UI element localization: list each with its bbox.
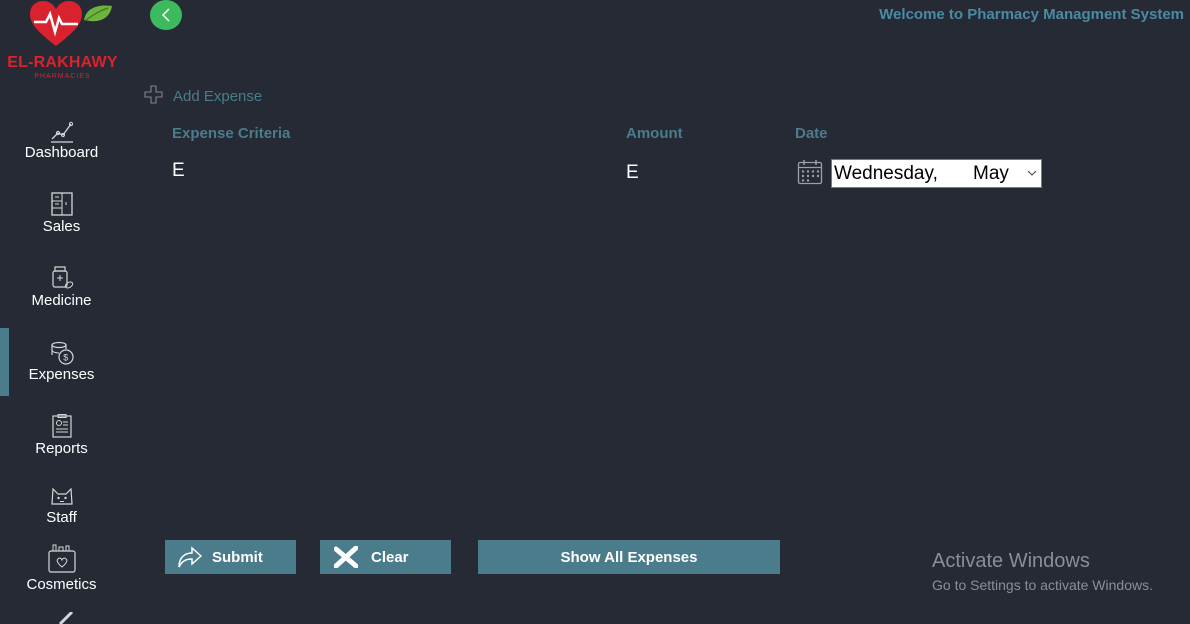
close-icon (334, 546, 358, 568)
date-picker[interactable]: Wednesday, May (831, 159, 1042, 188)
sidebar-item-sales[interactable]: Sales (0, 190, 125, 258)
watermark-title: Activate Windows (932, 550, 1090, 572)
activate-windows-watermark: Activate Windows Go to Settings to activ… (932, 550, 1153, 593)
sidebar-item-medicine[interactable]: Medicine (0, 264, 125, 332)
show-all-expenses-button[interactable]: Show All Expenses (478, 540, 780, 574)
show-all-expenses-label: Show All Expenses (560, 549, 698, 566)
add-expense-label: Add Expense (173, 88, 263, 105)
chart-line-icon (51, 121, 74, 143)
coins-icon: $ (51, 341, 74, 365)
cabinet-icon (51, 192, 73, 216)
expense-criteria-field[interactable]: E (172, 160, 185, 182)
sidebar-item-label: Dashboard (24, 144, 99, 161)
watermark-subtitle: Go to Settings to activate Windows. (932, 577, 1153, 593)
sidebar: EL-RAKHAWY PHARMACIES Dashboard Sales Me… (0, 0, 125, 624)
submit-label: Submit (212, 549, 263, 566)
plus-icon (144, 85, 163, 104)
share-arrow-icon (178, 546, 203, 568)
sidebar-item-dashboard[interactable]: Dashboard (0, 116, 125, 184)
sidebar-item-label: Cosmetics (26, 576, 97, 593)
sidebar-item-label: Medicine (31, 292, 92, 309)
sidebar-item-staff[interactable]: Staff (0, 484, 125, 552)
sidebar-item-reports[interactable]: Reports (0, 412, 125, 480)
clear-label: Clear (371, 549, 409, 566)
chevron-left-icon (161, 8, 170, 22)
sidebar-item-label: Sales (42, 218, 81, 235)
sidebar-item-label: Expenses (28, 366, 95, 383)
svg-text:$: $ (63, 353, 68, 363)
pill-icon (58, 612, 74, 624)
brand-name: EL-RAKHAWY (7, 54, 118, 71)
report-clipboard-icon (52, 414, 72, 438)
date-month-value: May (973, 163, 1009, 184)
brand-subtitle: PHARMACIES (34, 73, 91, 80)
staff-cat-icon (51, 487, 73, 505)
sidebar-item-label: Staff (46, 509, 77, 526)
amount-field[interactable]: E (626, 162, 639, 184)
date-label: Date (795, 125, 828, 142)
medicine-bottle-icon (52, 266, 74, 289)
back-button[interactable] (150, 0, 182, 30)
expense-criteria-label: Expense Criteria (172, 125, 291, 142)
welcome-message: Welcome to Pharmacy Managment System (879, 6, 1184, 23)
date-day-value: Wednesday, (834, 163, 938, 184)
clear-button[interactable]: Clear (320, 540, 451, 574)
cosmetics-bag-icon (48, 544, 76, 573)
logo: EL-RAKHAWY PHARMACIES (0, 0, 125, 90)
chevron-down-icon[interactable] (1027, 170, 1037, 177)
calendar-icon (797, 160, 823, 185)
sidebar-item-expenses[interactable]: $ Expenses (0, 338, 125, 406)
heart-logo-icon (30, 1, 112, 46)
amount-label: Amount (626, 125, 683, 142)
submit-button[interactable]: Submit (165, 540, 296, 574)
sidebar-item-label: Reports (35, 440, 88, 457)
sidebar-item-cosmetics[interactable]: Cosmetics (0, 544, 125, 612)
